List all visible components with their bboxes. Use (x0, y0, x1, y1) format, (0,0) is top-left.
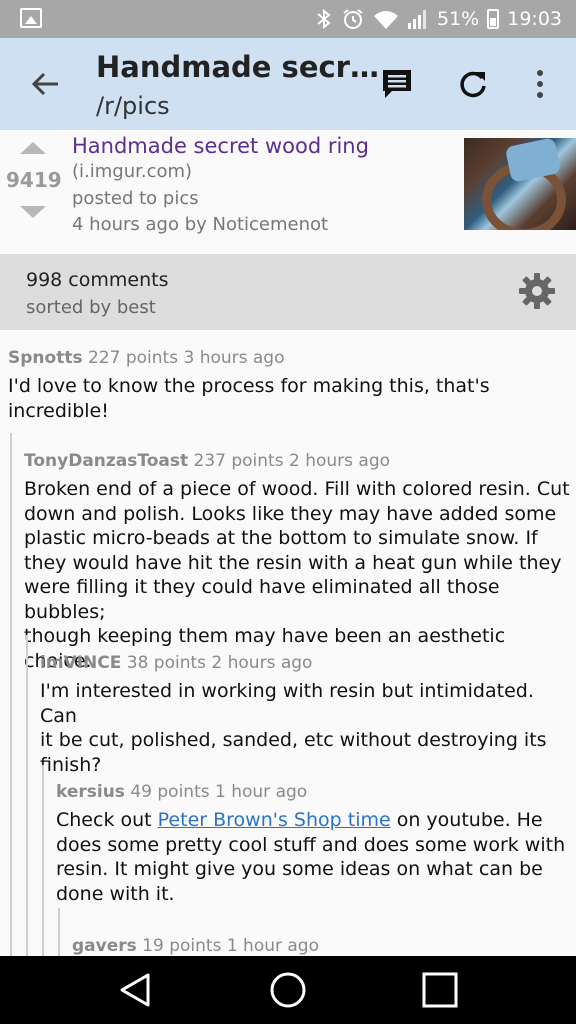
comment-body: I'd love to know the process for making … (8, 374, 568, 423)
alarm-icon (343, 9, 363, 29)
status-bar: 51% 19:03 (0, 0, 576, 38)
battery-percent: 51% (437, 8, 480, 30)
comment-line: were filling it they could have eliminat… (24, 576, 500, 623)
back-arrow-icon[interactable] (26, 64, 66, 104)
comment-line: down and polish. Looks like they may hav… (24, 502, 557, 525)
post-subreddit: posted to pics (72, 188, 199, 209)
comment[interactable]: Spnotts 227 points 3 hours ago I'd love … (8, 348, 568, 423)
comment-time: 2 hours ago (289, 451, 391, 471)
thread-rail (42, 765, 44, 956)
nav-recents-icon[interactable] (420, 970, 460, 1010)
comment-line: does some pretty cool stuff and does som… (56, 833, 566, 856)
comment[interactable]: kersius 49 points 1 hour ago Check out P… (56, 782, 574, 906)
post-thumbnail[interactable] (464, 138, 576, 230)
post-header: 9419 Handmade secret wood ring (i.imgur.… (0, 130, 576, 254)
comment-points: 227 points (87, 348, 179, 368)
system-nav-bar (0, 956, 576, 1024)
comment-line: Broken end of a piece of wood. Fill with… (24, 478, 570, 500)
comment-points: 237 points (193, 451, 284, 471)
comment-text: on youtube. He (390, 809, 543, 831)
comment-header: Spnotts 227 points 3 hours ago (8, 348, 568, 368)
comment-line: plastic micro-beads at the bottom to sim… (24, 527, 538, 549)
comment-author[interactable]: imVINCE (40, 653, 121, 673)
comments-list: Spnotts 227 points 3 hours ago I'd love … (0, 330, 576, 956)
sort-label: sorted by best (26, 297, 156, 318)
comment-header: TonyDanzasToast 237 points 2 hours ago (24, 451, 574, 471)
post-title-link[interactable]: Handmade secret wood ring (72, 134, 369, 158)
comment-icon (383, 70, 411, 98)
comment[interactable]: gavers 19 points 1 hour ago (72, 936, 574, 956)
comment-points: 19 points (142, 936, 222, 956)
comment-count: 998 comments (26, 269, 169, 291)
post-meta: 4 hours ago by Noticemenot (72, 214, 329, 235)
subreddit-label: /r/pics (96, 92, 170, 120)
comment-points: 38 points (126, 653, 206, 673)
refresh-icon (460, 71, 486, 98)
comment-line: I'd love to know the process for making … (8, 375, 490, 397)
signal-icon (408, 10, 426, 29)
comment-header: kersius 49 points 1 hour ago (56, 782, 574, 802)
comments-header: 998 comments sorted by best (0, 254, 576, 330)
overflow-menu-button[interactable] (520, 64, 560, 104)
youtube-channel-link[interactable]: Peter Brown's Shop time (158, 809, 391, 831)
bluetooth-icon (317, 8, 331, 30)
comment-body: Broken end of a piece of wood. Fill with… (24, 477, 574, 673)
comment-time: 3 hours ago (183, 348, 285, 368)
comment-author[interactable]: kersius (56, 782, 125, 802)
comment-author[interactable]: TonyDanzasToast (24, 451, 188, 471)
upvote-arrow-icon[interactable] (20, 142, 46, 154)
comment-time: 1 hour ago (215, 782, 308, 802)
clock: 19:03 (507, 8, 562, 30)
battery-icon (487, 9, 500, 29)
comment-line: they would have hit the resin with a hea… (24, 551, 562, 574)
comment-line: Check out Peter Brown's Shop time on you… (56, 808, 574, 833)
nav-home-icon[interactable] (268, 970, 308, 1010)
comment-author[interactable]: gavers (72, 936, 137, 956)
comment-body: Check out Peter Brown's Shop time on you… (56, 808, 574, 906)
comment[interactable]: imVINCE 38 points 2 hours ago I'm intere… (40, 653, 574, 777)
thread-rail (26, 635, 28, 956)
comment-time: 1 hour ago (226, 936, 319, 956)
comment-line: done with it. (56, 882, 175, 905)
nav-back-icon[interactable] (116, 970, 156, 1010)
comment-button[interactable] (377, 64, 417, 104)
comment-line: it be cut, polished, sanded, etc without… (40, 729, 547, 751)
comment-body: I'm interested in working with resin but… (40, 679, 574, 777)
app-bar: Handmade secr… /r/pics (0, 38, 576, 130)
comment-line: incredible! (8, 399, 109, 422)
comment-text: Check out (56, 809, 158, 831)
thread-rail (10, 433, 12, 956)
comment-header: imVINCE 38 points 2 hours ago (40, 653, 574, 673)
comment-line: finish? (40, 753, 102, 776)
comment-points: 49 points (130, 782, 210, 802)
comment-line: I'm interested in working with resin but… (40, 680, 534, 727)
refresh-button[interactable] (453, 64, 493, 104)
thread-rail (58, 908, 60, 956)
comment-author[interactable]: Spnotts (8, 348, 83, 368)
downvote-arrow-icon[interactable] (20, 206, 46, 218)
comment-time: 2 hours ago (211, 653, 313, 673)
comment-header: gavers 19 points 1 hour ago (72, 936, 574, 956)
gallery-notification-icon (20, 8, 42, 28)
page-title: Handmade secr… (96, 50, 379, 84)
comment[interactable]: TonyDanzasToast 237 points 2 hours ago B… (24, 451, 574, 673)
comment-line: resin. It might give you some ideas on w… (56, 858, 543, 880)
post-score: 9419 (6, 168, 62, 192)
gear-icon[interactable] (518, 272, 556, 310)
overflow-menu-icon (537, 70, 543, 98)
post-domain: (i.imgur.com) (72, 161, 193, 182)
wifi-icon (374, 11, 398, 29)
